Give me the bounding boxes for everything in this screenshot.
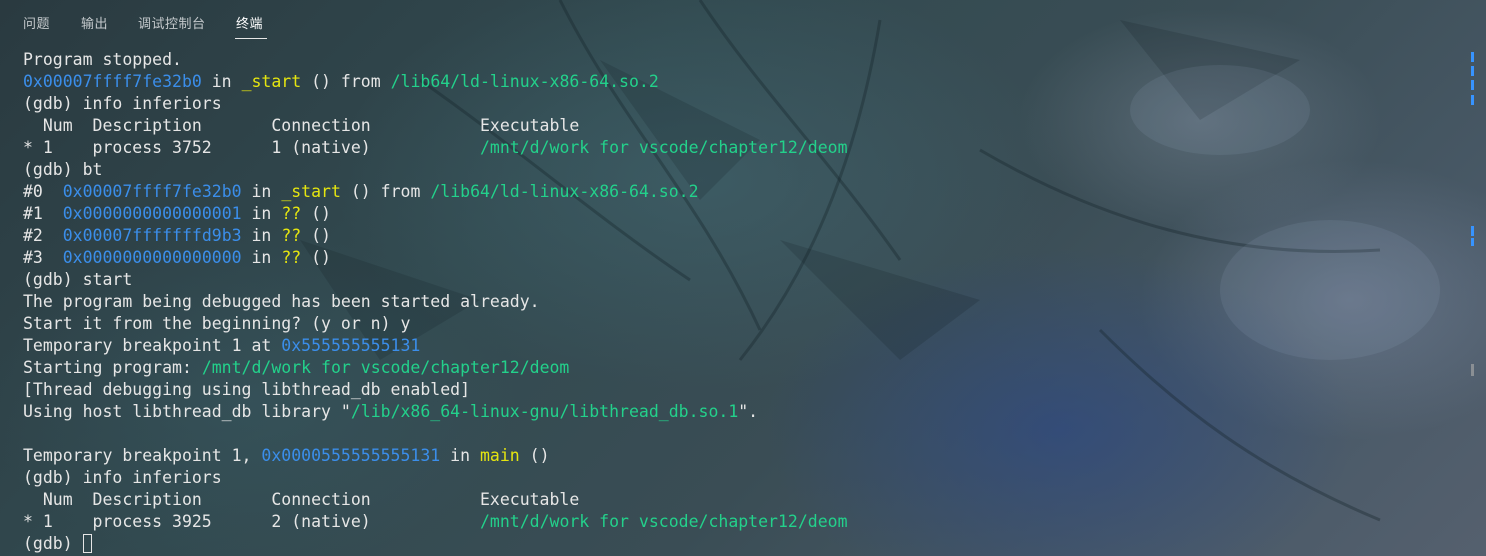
terminal-line: Program stopped. xyxy=(23,49,1463,71)
file-path: /lib64/ld-linux-x86-64.so.2 xyxy=(430,182,699,201)
function-name: ?? xyxy=(281,204,302,223)
terminal-text: * 1 process 3925 2 (native) xyxy=(23,512,480,531)
terminal-line: * 1 process 3752 1 (native) /mnt/d/work … xyxy=(23,137,1463,159)
memory-address: 0x0000000000000000 xyxy=(62,248,242,267)
memory-address: 0x00007ffff7fe32b0 xyxy=(62,182,242,201)
terminal-text: [Thread debugging using libthread_db ena… xyxy=(23,380,471,399)
terminal-text: () xyxy=(301,204,331,223)
terminal-text: * 1 process 3752 1 (native) xyxy=(23,138,480,157)
scroll-marker xyxy=(1471,52,1474,62)
terminal-line: [Thread debugging using libthread_db ena… xyxy=(23,379,1463,401)
memory-address: 0x0000000000000001 xyxy=(62,204,242,223)
terminal-text: () xyxy=(519,446,550,465)
terminal-text: in xyxy=(201,72,242,91)
terminal-line: * 1 process 3925 2 (native) /mnt/d/work … xyxy=(23,511,1463,533)
terminal-text: in xyxy=(440,446,480,465)
terminal-text: (gdb) start xyxy=(23,270,133,289)
terminal-line: (gdb) xyxy=(23,533,1463,555)
function-name: _start xyxy=(241,72,302,91)
scroll-marker xyxy=(1471,95,1474,105)
scroll-marker xyxy=(1471,364,1474,376)
terminal-text: #2 xyxy=(23,226,63,245)
terminal-line: (gdb) info inferiors xyxy=(23,93,1463,115)
terminal-text: Num Description Connection Executable xyxy=(23,116,580,135)
terminal-text: in xyxy=(241,248,282,267)
terminal-text: () from xyxy=(340,182,431,201)
terminal-text: (gdb) info inferiors xyxy=(23,94,222,113)
file-path: /mnt/d/work for vscode/chapter12/deom xyxy=(479,512,848,531)
terminal-line: #2 0x00007fffffffd9b3 in ?? () xyxy=(23,225,1463,247)
terminal-line: Start it from the beginning? (y or n) y xyxy=(23,313,1463,335)
terminal-text: () xyxy=(301,226,331,245)
memory-address: 0x00007ffff7fe32b0 xyxy=(23,72,202,91)
scroll-marker xyxy=(1471,238,1474,246)
scrollbar[interactable] xyxy=(1471,0,1475,556)
file-path: /mnt/d/work for vscode/chapter12/deom xyxy=(201,358,570,377)
memory-address: 0x555555555131 xyxy=(281,336,421,355)
terminal-text: Temporary breakpoint 1 at xyxy=(23,336,282,355)
tab-debug-console[interactable]: 调试控制台 xyxy=(138,13,206,32)
function-name: ?? xyxy=(281,248,302,267)
terminal-line: Starting program: /mnt/d/work for vscode… xyxy=(23,357,1463,379)
terminal-text: in xyxy=(241,204,282,223)
scroll-marker xyxy=(1471,80,1474,90)
terminal-line: Num Description Connection Executable xyxy=(23,489,1463,511)
terminal-line: 0x00007ffff7fe32b0 in _start () from /li… xyxy=(23,71,1463,93)
tab-problems[interactable]: 问题 xyxy=(23,13,50,32)
terminal-text: (gdb) xyxy=(23,534,83,553)
tab-output[interactable]: 输出 xyxy=(81,13,108,32)
terminal-text: (gdb) info inferiors xyxy=(23,468,222,487)
scroll-marker xyxy=(1471,66,1474,76)
terminal-cursor xyxy=(82,534,92,553)
terminal-text: ". xyxy=(738,402,759,421)
terminal-text: () from xyxy=(301,72,391,91)
terminal-text: #3 xyxy=(23,248,63,267)
terminal-text: in xyxy=(241,182,282,201)
terminal-line: #0 0x00007ffff7fe32b0 in _start () from … xyxy=(23,181,1463,203)
terminal-text: in xyxy=(241,226,282,245)
terminal-text: Starting program: xyxy=(23,358,202,377)
terminal-line: (gdb) info inferiors xyxy=(23,467,1463,489)
memory-address: 0x00007fffffffd9b3 xyxy=(62,226,242,245)
file-path: /lib/x86_64-linux-gnu/libthread_db.so.1 xyxy=(350,402,739,421)
terminal-text: Start it from the beginning? (y or n) y xyxy=(23,314,411,333)
terminal-text: Num Description Connection Executable xyxy=(23,490,580,509)
terminal-line: Temporary breakpoint 1, 0x00005555555551… xyxy=(23,445,1463,467)
terminal-line: #1 0x0000000000000001 in ?? () xyxy=(23,203,1463,225)
terminal-line: Using host libthread_db library "/lib/x8… xyxy=(23,401,1463,423)
terminal-line: (gdb) bt xyxy=(23,159,1463,181)
terminal-line: #3 0x0000000000000000 in ?? () xyxy=(23,247,1463,269)
file-path: /mnt/d/work for vscode/chapter12/deom xyxy=(479,138,848,157)
terminal-line: (gdb) start xyxy=(23,269,1463,291)
terminal-line: Temporary breakpoint 1 at 0x555555555131 xyxy=(23,335,1463,357)
terminal-text: (gdb) bt xyxy=(23,160,103,179)
terminal-line: Num Description Connection Executable xyxy=(23,115,1463,137)
terminal-text: () xyxy=(301,248,331,267)
file-path: /lib64/ld-linux-x86-64.so.2 xyxy=(390,72,659,91)
terminal-text: #1 xyxy=(23,204,63,223)
function-name: main xyxy=(479,446,520,465)
terminal-text: The program being debugged has been star… xyxy=(23,292,540,311)
terminal-output[interactable]: Program stopped. 0x00007ffff7fe32b0 in _s… xyxy=(23,49,1463,555)
terminal-text: Using host libthread_db library " xyxy=(23,402,351,421)
terminal-text: Temporary breakpoint 1, xyxy=(23,446,262,465)
function-name: _start xyxy=(281,182,341,201)
terminal-text: #0 xyxy=(23,182,63,201)
panel-tab-bar: 问题 输出 调试控制台 终端 xyxy=(0,0,1486,40)
tab-terminal[interactable]: 终端 xyxy=(236,13,263,32)
memory-address: 0x0000555555555131 xyxy=(261,446,441,465)
active-tab-indicator xyxy=(235,38,267,39)
scroll-marker xyxy=(1471,226,1474,236)
terminal-text: Program stopped. xyxy=(23,50,182,69)
function-name: ?? xyxy=(281,226,302,245)
terminal-line: The program being debugged has been star… xyxy=(23,291,1463,313)
